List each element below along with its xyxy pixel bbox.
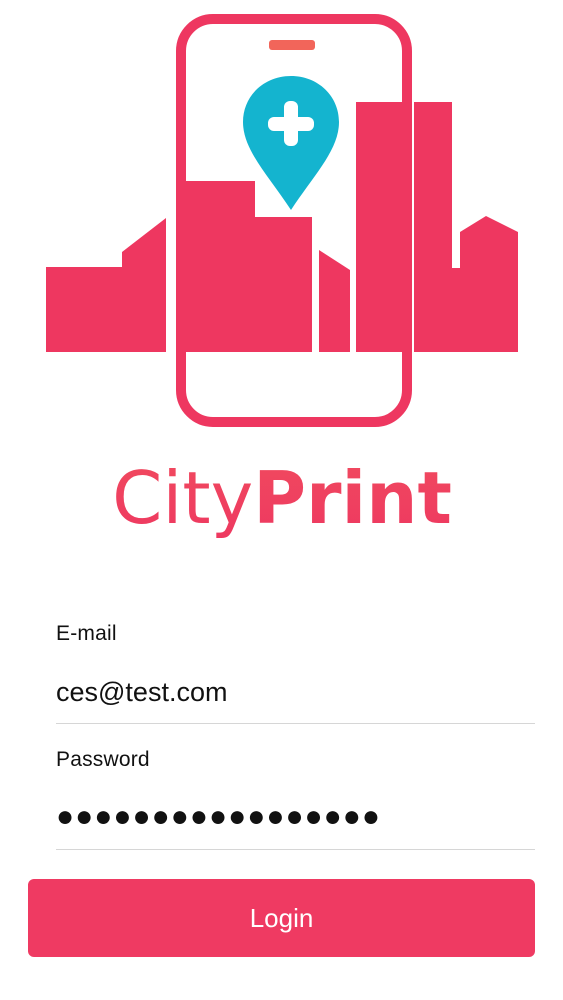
location-pin-plus-icon [243,76,339,210]
brand-name-bold: Print [253,456,452,540]
email-label: E-mail [56,622,117,645]
svg-text:CityPrint: CityPrint [112,456,452,540]
brand-name: CityPrint [112,456,452,540]
cityprint-logo: CityPrint [0,0,563,560]
login-button[interactable]: Login [28,879,535,957]
password-label: Password [56,748,150,771]
password-divider [56,849,535,850]
password-field[interactable] [56,795,535,839]
email-divider [56,723,535,724]
brand-name-light: City [112,456,253,540]
email-field[interactable] [56,672,535,712]
